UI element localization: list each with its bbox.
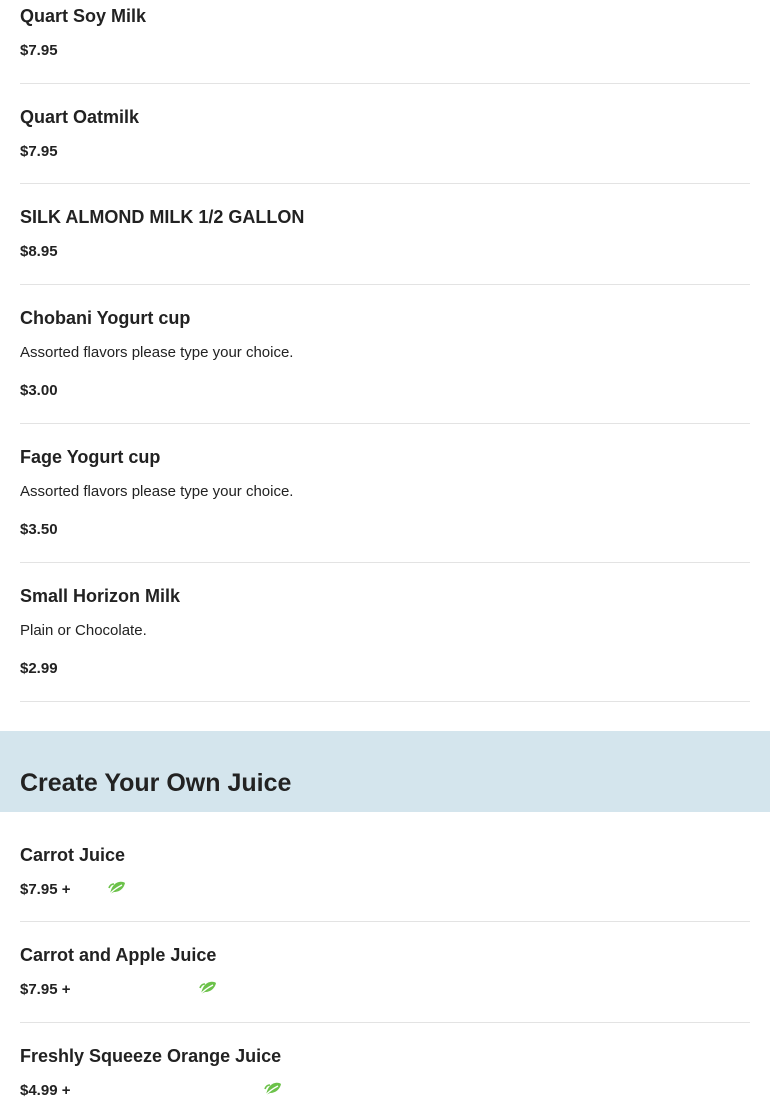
item-name: Fage Yogurt cup [20, 447, 161, 467]
item-price: $2.99 [20, 660, 58, 677]
item-price: $8.95 [20, 243, 58, 260]
leaf-icon [264, 1082, 281, 1097]
item-price: $3.50 [20, 521, 58, 538]
leaf-icon [108, 881, 125, 896]
menu-item[interactable]: Chobani Yogurt cup Assorted flavors plea… [20, 285, 750, 423]
menu-item[interactable]: Carrot and Apple Juice $7.95 + [20, 922, 750, 1022]
item-name: Carrot and Apple Juice [20, 945, 217, 965]
menu-item[interactable]: Carrot Juice $7.95 + [20, 822, 750, 922]
item-name: Quart Oatmilk [20, 107, 140, 127]
item-price: $7.95 + [20, 881, 71, 898]
menu-item[interactable]: SILK ALMOND MILK 1/2 GALLON $8.95 [20, 184, 750, 284]
item-name: Chobani Yogurt cup [20, 308, 191, 328]
section-header: Create Your Own Juice [0, 731, 770, 812]
item-price: $4.99 + [20, 1082, 71, 1099]
item-price: $3.00 [20, 382, 58, 399]
item-name: SILK ALMOND MILK 1/2 GALLON [20, 207, 305, 227]
section-title: Create Your Own Juice [20, 769, 292, 797]
item-description: Assorted flavors please type your choice… [20, 344, 294, 361]
menu-item[interactable]: Fage Yogurt cup Assorted flavors please … [20, 424, 750, 562]
item-price: $7.95 [20, 42, 58, 59]
item-price: $7.95 [20, 143, 58, 160]
item-name: Carrot Juice [20, 845, 126, 865]
item-description: Plain or Chocolate. [20, 622, 147, 639]
item-description: Assorted flavors please type your choice… [20, 483, 294, 500]
leaf-icon [199, 981, 216, 996]
item-price: $7.95 + [20, 981, 71, 998]
item-name: Small Horizon Milk [20, 586, 181, 606]
menu-item[interactable]: Quart Soy Milk $7.95 [20, 0, 750, 84]
divider [20, 701, 750, 702]
menu-item[interactable]: Freshly Squeeze Orange Juice $4.99 + [20, 1023, 750, 1104]
menu-list: Quart Soy Milk $7.95 Quart Oatmilk $7.95… [0, 0, 770, 1104]
menu-item[interactable]: Small Horizon Milk Plain or Chocolate. $… [20, 563, 750, 701]
menu-item[interactable]: Quart Oatmilk $7.95 [20, 84, 750, 184]
item-name: Freshly Squeeze Orange Juice [20, 1046, 282, 1066]
item-name: Quart Soy Milk [20, 6, 147, 26]
